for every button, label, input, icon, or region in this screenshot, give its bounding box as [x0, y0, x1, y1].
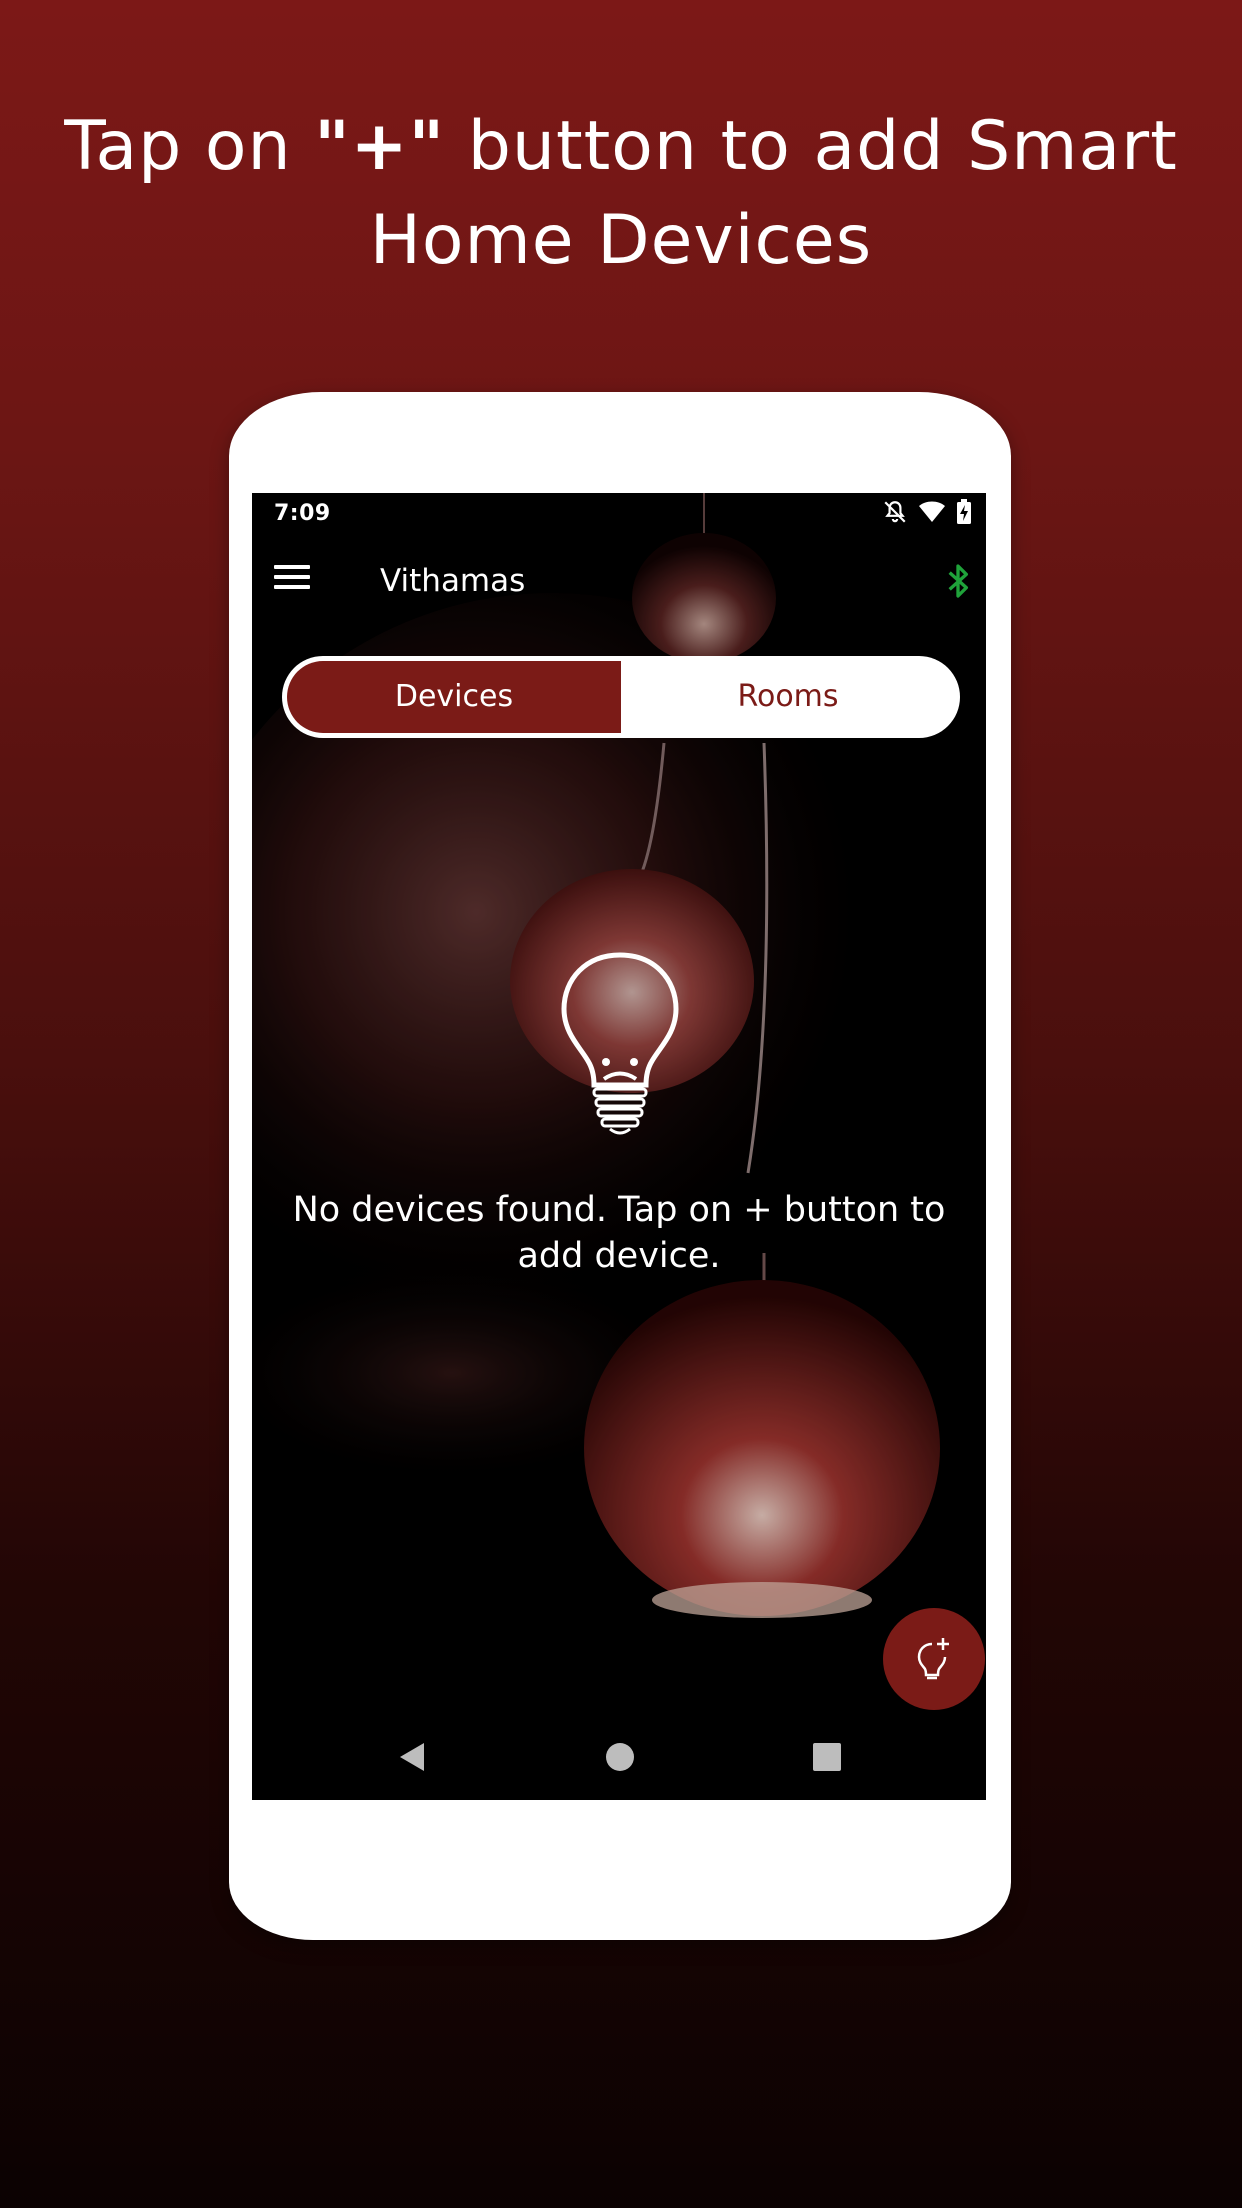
- app-bar: Vithamas: [252, 537, 986, 627]
- headline-text-2: button to add Smart Home Devices: [369, 107, 1178, 280]
- battery-charging-icon: [957, 499, 971, 524]
- segmented-tabs: Devices Rooms: [282, 656, 960, 738]
- phone-screen: 7:09 Vithamas Devices Rooms No devices f…: [252, 493, 986, 1800]
- tab-devices[interactable]: Devices: [287, 661, 621, 733]
- notifications-off-icon: [884, 501, 906, 523]
- wifi-icon: [919, 501, 945, 522]
- tab-rooms[interactable]: Rooms: [621, 661, 955, 733]
- system-nav-bar: [252, 1713, 986, 1800]
- add-device-fab[interactable]: [883, 1608, 985, 1710]
- phone-frame: 7:09 Vithamas Devices Rooms No devices f…: [229, 392, 1011, 1940]
- recent-apps-icon[interactable]: [807, 1737, 847, 1777]
- status-bar: 7:09: [252, 493, 986, 537]
- headline-text-1: Tap on: [64, 107, 315, 186]
- bluetooth-icon[interactable]: [938, 559, 978, 603]
- empty-state-message: No devices found. Tap on + button to add…: [292, 1190, 946, 1276]
- add-bulb-icon: [917, 1638, 949, 1680]
- home-icon[interactable]: [600, 1737, 640, 1777]
- hamburger-menu-icon[interactable]: [274, 565, 310, 597]
- app-title: Vithamas: [380, 563, 526, 599]
- headline-plus-symbol: "+": [314, 107, 446, 186]
- status-time: 7:09: [274, 501, 331, 526]
- promo-headline: Tap on "+" button to add Smart Home Devi…: [0, 100, 1242, 288]
- back-icon[interactable]: [394, 1737, 434, 1777]
- status-icons: [882, 499, 972, 525]
- sad-lightbulb-icon: [561, 952, 679, 1135]
